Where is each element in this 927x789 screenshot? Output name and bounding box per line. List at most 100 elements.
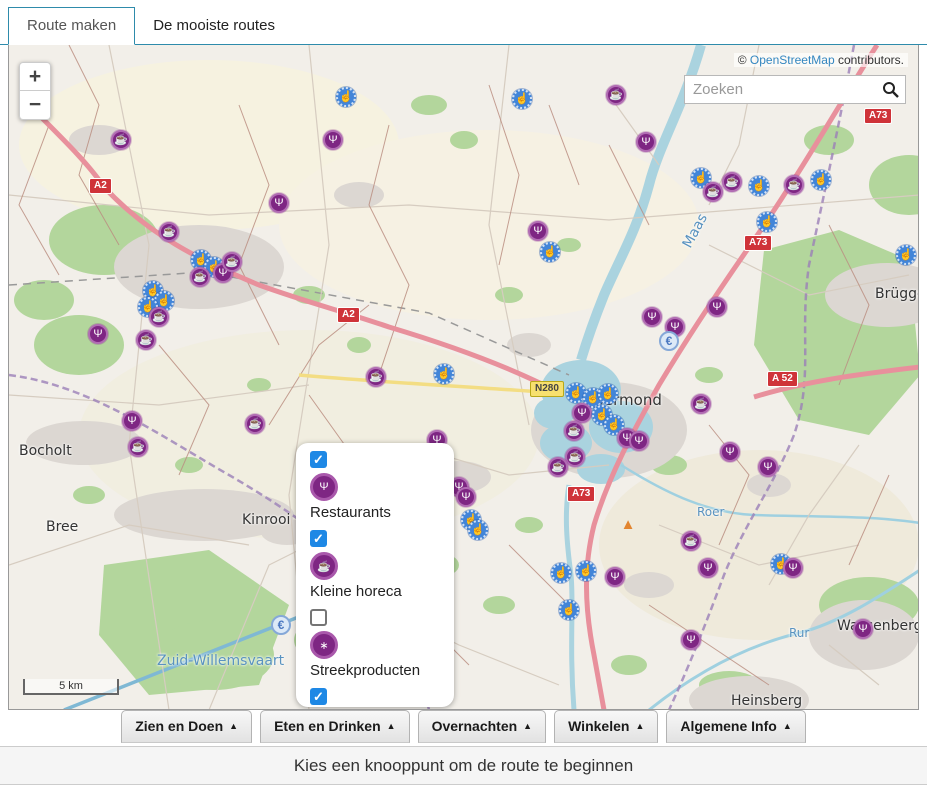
search-icon [882,81,899,98]
cafe-marker[interactable]: ☕ [548,457,568,477]
cafe-marker[interactable]: ☕ [111,130,131,150]
euro-marker[interactable]: € [659,331,679,351]
map-label: Bree [46,519,78,535]
cafe-marker[interactable]: ☕ [366,367,386,387]
attribution-suffix: contributors. [835,53,904,67]
cafe-marker[interactable]: ☕ [681,531,701,551]
poi-marker[interactable]: ☝ [336,87,356,107]
map-label: Heinsberg [731,693,802,709]
category-button-eten-en-drinken[interactable]: Eten en Drinken ▲ [260,710,410,743]
zoom-in-button[interactable]: + [19,62,51,91]
euro-marker[interactable]: € [271,615,291,635]
route-planner-page: Route makenDe mooiste routes [0,0,927,789]
restaurant-marker[interactable]: Ψ [698,558,718,578]
poi-marker[interactable]: ☝ [749,176,769,196]
category-button-overnachten[interactable]: Overnachten▲ [418,710,547,743]
restaurant-marker[interactable]: Ψ [629,431,649,451]
cafe-marker[interactable]: ☕ [245,414,265,434]
cafe-marker[interactable]: ☕ [222,252,242,272]
coffee-icon: ☕ [310,552,338,580]
openstreetmap-link[interactable]: OpenStreetMap [750,53,835,67]
chevron-up-icon: ▲ [783,722,792,731]
checkbox[interactable]: ✓ [310,530,327,547]
map-label: Roer [697,505,724,519]
poi-marker[interactable]: ☝ [896,245,916,265]
restaurant-marker[interactable]: Ψ [456,487,476,507]
cafe-marker[interactable]: ☕ [128,437,148,457]
restaurant-marker[interactable]: Ψ [269,193,289,213]
checkbox[interactable] [310,609,327,626]
filter-label: Restaurants [310,504,454,521]
chevron-up-icon: ▲ [387,722,396,731]
poi-marker[interactable]: ☝ [598,384,618,404]
map-label: Kinrooi [242,512,290,528]
filter-label: Streekproducten [310,662,454,679]
category-button-zien-en-doen[interactable]: Zien en Doen▲ [121,710,252,743]
poi-marker[interactable]: ☝ [468,520,488,540]
restaurant-marker[interactable]: Ψ [636,132,656,152]
cafe-marker[interactable]: ☕ [703,182,723,202]
poi-marker[interactable]: ☝ [559,600,579,620]
category-button-label: Algemene Info [680,718,776,734]
map-label: Brüggen [875,286,919,302]
restaurant-marker[interactable]: Ψ [853,619,873,639]
status-text: Kies een knooppunt om de route te beginn… [294,756,633,776]
search-button[interactable] [875,76,905,103]
restaurant-marker[interactable]: Ψ [528,221,548,241]
restaurant-marker[interactable]: Ψ [720,442,740,462]
cafe-marker[interactable]: ☕ [691,394,711,414]
tab-route-maken[interactable]: Route maken [8,7,135,45]
poi-marker[interactable]: ☝ [512,89,532,109]
road-badge: A73 [567,486,595,502]
zoom-control: + − [19,62,51,120]
search-input[interactable] [685,76,875,103]
restaurant-marker[interactable]: Ψ [707,297,727,317]
filter-item-streekproducten[interactable]: ∗Streekproducten [310,609,454,679]
restaurant-marker[interactable]: Ψ [122,411,142,431]
poi-marker[interactable]: ☝ [757,212,777,232]
category-button-label: Winkelen [568,718,629,734]
cafe-marker[interactable]: ☕ [565,447,585,467]
cafe-marker[interactable]: ☕ [722,172,742,192]
map-label: Rur [789,626,809,640]
tab-de-mooiste-routes[interactable]: De mooiste routes [135,8,293,44]
cafe-marker[interactable]: ☕ [159,222,179,242]
cafe-marker[interactable]: ☕ [564,421,584,441]
poi-marker[interactable]: ☝ [811,170,831,190]
checkbox[interactable]: ✓ [310,688,327,705]
road-badge: A73 [744,235,772,251]
restaurant-marker[interactable]: Ψ [681,630,701,650]
filter-item-terras-lounge[interactable]: ✓☕Terras/Lounge [310,688,454,710]
map-attribution: © OpenStreetMap contributors. [734,53,908,67]
cafe-marker[interactable]: ☕ [190,267,210,287]
tab-bar: Route makenDe mooiste routes [0,0,927,45]
poi-marker[interactable]: ☝ [551,563,571,583]
map[interactable]: BocholtBreeKinrooiRoermondBrüggenWassenb… [8,45,919,710]
category-button-label: Eten en Drinken [274,718,381,734]
poi-marker[interactable]: ☝ [540,242,560,262]
chevron-up-icon: ▲ [229,722,238,731]
restaurant-marker[interactable]: Ψ [758,457,778,477]
filter-item-restaurants[interactable]: ✓ΨRestaurants [310,451,454,521]
restaurant-marker[interactable]: Ψ [323,130,343,150]
cafe-marker[interactable]: ☕ [784,175,804,195]
category-button-winkelen[interactable]: Winkelen▲ [554,710,658,743]
category-button-label: Overnachten [432,718,518,734]
poi-marker[interactable]: ☝ [576,561,596,581]
map-overlay-layer: BocholtBreeKinrooiRoermondBrüggenWassenb… [9,45,918,709]
category-button-algemene-info[interactable]: Algemene Info ▲ [666,710,805,743]
restaurant-marker[interactable]: Ψ [783,558,803,578]
poi-marker[interactable]: ☝ [434,364,454,384]
filter-item-kleine-horeca[interactable]: ✓ ☕ Kleine horeca [310,530,454,600]
filter-label: Kleine horeca [310,583,454,600]
road-badge: A2 [337,307,360,323]
restaurant-marker[interactable]: Ψ [572,403,592,423]
cafe-marker[interactable]: ☕ [149,307,169,327]
restaurant-marker[interactable]: Ψ [642,307,662,327]
zoom-out-button[interactable]: − [19,91,51,120]
cafe-marker[interactable]: ☕ [606,85,626,105]
cafe-marker[interactable]: ☕ [136,330,156,350]
checkbox[interactable]: ✓ [310,451,327,468]
restaurant-marker[interactable]: Ψ [605,567,625,587]
restaurant-marker[interactable]: Ψ [88,324,108,344]
